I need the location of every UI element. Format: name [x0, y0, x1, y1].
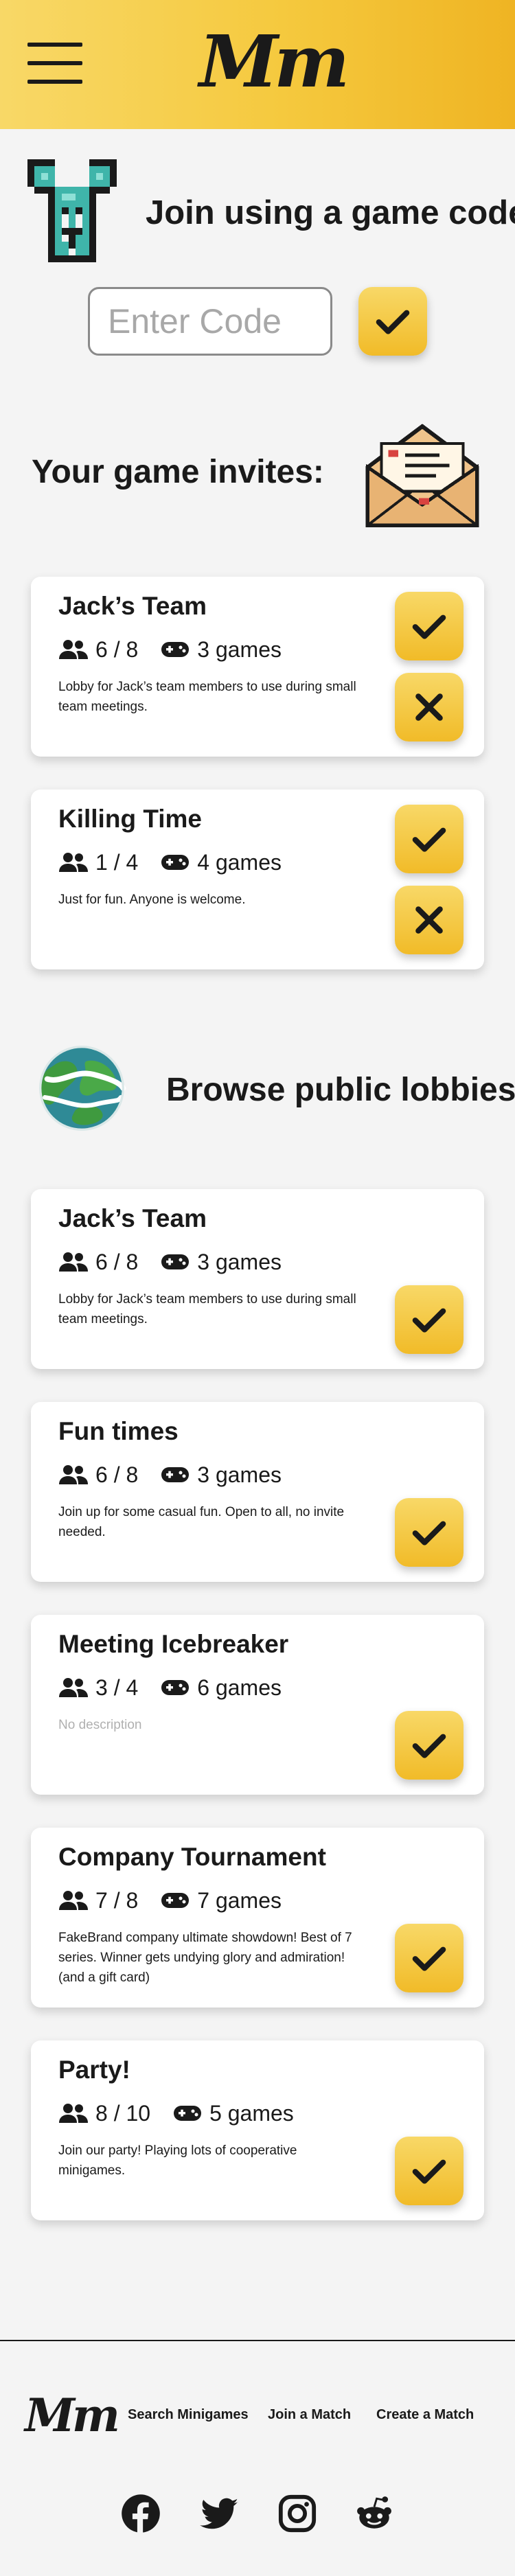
players-icon: [59, 1891, 88, 1910]
player-count: 7 / 8: [95, 1887, 139, 1913]
accept-invite-button[interactable]: [395, 592, 464, 660]
facebook-icon[interactable]: [121, 2494, 161, 2533]
twitter-icon[interactable]: [199, 2494, 239, 2533]
lobby-description: Lobby for Jack’s team members to use dur…: [58, 1292, 356, 1326]
gamepad-icon: [161, 855, 190, 870]
invite-card: Killing Time 1 / 4 4 games Just for fun.…: [31, 790, 484, 969]
lobby-name: Fun times: [58, 1417, 179, 1445]
lobby-card: Company Tournament 7 / 8 7 games FakeBra…: [31, 1828, 484, 2008]
game-count: 5 games: [209, 2100, 294, 2126]
gamepad-icon: [174, 2106, 202, 2121]
join-code-title: Join using a game code:: [146, 194, 515, 231]
envelope-icon: [365, 424, 479, 528]
players-icon: [59, 1252, 88, 1272]
close-icon: [415, 693, 443, 721]
players-icon: [59, 640, 88, 659]
app-logo[interactable]: Mm: [199, 21, 350, 103]
gamepad-icon: [161, 1254, 190, 1269]
check-icon: [412, 1521, 446, 1545]
lobby-description: Just for fun. Anyone is welcome.: [58, 893, 246, 907]
decline-invite-button[interactable]: [395, 673, 464, 741]
player-count: 6 / 8: [95, 636, 139, 662]
app-header: Mm: [0, 0, 515, 129]
lobby-description: Join our party! Playing lots of cooperat…: [58, 2143, 297, 2178]
player-count: 6 / 8: [95, 1462, 139, 1487]
game-count: 3 games: [197, 1249, 282, 1274]
player-count: 3 / 4: [95, 1675, 139, 1700]
gamepad-icon: [161, 642, 190, 657]
lobby-card: Meeting Icebreaker 3 / 4 6 games No desc…: [31, 1615, 484, 1795]
game-count: 3 games: [197, 636, 282, 662]
check-icon: [412, 614, 446, 639]
globe-icon: [39, 1046, 126, 1131]
footer-link-search-minigames[interactable]: Search Minigames: [128, 2407, 249, 2423]
check-icon: [412, 1946, 446, 1971]
player-count: 8 / 10: [95, 2100, 151, 2126]
hamburger-icon[interactable]: [27, 41, 85, 85]
join-lobby-button[interactable]: [395, 2137, 464, 2205]
browse-section-title: Browse public lobbies:: [166, 1072, 515, 1108]
invites-section-title: Your game invites:: [32, 454, 324, 490]
reddit-icon[interactable]: [354, 2494, 394, 2533]
check-icon: [412, 1308, 446, 1333]
players-icon: [59, 853, 88, 872]
join-lobby-button[interactable]: [395, 1711, 464, 1780]
game-count: 6 games: [197, 1675, 282, 1700]
lobby-name: Party!: [58, 2056, 130, 2084]
players-icon: [59, 1678, 88, 1697]
gamepad-icon: [161, 1467, 190, 1482]
lobby-name: Jack’s Team: [58, 592, 207, 620]
player-count: 6 / 8: [95, 1249, 139, 1274]
join-code-submit-button[interactable]: [358, 287, 427, 356]
gamepad-icon: [161, 1893, 190, 1908]
footer-logo[interactable]: Mm: [25, 2388, 120, 2443]
lobby-description: No description: [58, 1718, 142, 1732]
lobby-card: Jack’s Team 6 / 8 3 games Lobby for Jack…: [31, 1189, 484, 1369]
lobby-description: Join up for some casual fun. Open to all…: [58, 1505, 345, 1539]
footer-divider: [0, 2340, 515, 2341]
footer-link-join-match[interactable]: Join a Match: [268, 2407, 351, 2423]
players-icon: [59, 2104, 88, 2123]
check-icon: [412, 2159, 446, 2184]
lobby-name: Meeting Icebreaker: [58, 1630, 289, 1658]
pixel-robot-icon: [27, 159, 117, 262]
invite-card: Jack’s Team 6 / 8 3 games Lobby for Jack…: [31, 577, 484, 757]
join-lobby-button[interactable]: [395, 1285, 464, 1354]
decline-invite-button[interactable]: [395, 886, 464, 954]
game-code-input[interactable]: [88, 287, 332, 356]
lobby-description: Lobby for Jack’s team members to use dur…: [58, 680, 356, 714]
lobby-card: Fun times 6 / 8 3 games Join up for some…: [31, 1402, 484, 1582]
join-lobby-button[interactable]: [395, 1498, 464, 1567]
lobby-name: Killing Time: [58, 805, 203, 833]
instagram-icon[interactable]: [277, 2494, 317, 2533]
game-count: 7 games: [197, 1887, 282, 1913]
check-icon: [412, 1734, 446, 1758]
accept-invite-button[interactable]: [395, 805, 464, 873]
close-icon: [415, 906, 443, 934]
join-lobby-button[interactable]: [395, 1924, 464, 1992]
check-icon: [376, 310, 410, 334]
game-count: 3 games: [197, 1462, 282, 1487]
lobby-name: Company Tournament: [58, 1843, 326, 1871]
player-count: 1 / 4: [95, 849, 139, 875]
game-count: 4 games: [197, 849, 282, 875]
lobby-name: Jack’s Team: [58, 1204, 207, 1232]
players-icon: [59, 1465, 88, 1484]
lobby-description: FakeBrand company ultimate showdown! Bes…: [58, 1931, 352, 1985]
check-icon: [412, 827, 446, 852]
footer-link-create-match[interactable]: Create a Match: [376, 2407, 474, 2423]
lobby-card: Party! 8 / 10 5 games Join our party! Pl…: [31, 2040, 484, 2220]
gamepad-icon: [161, 1680, 190, 1695]
